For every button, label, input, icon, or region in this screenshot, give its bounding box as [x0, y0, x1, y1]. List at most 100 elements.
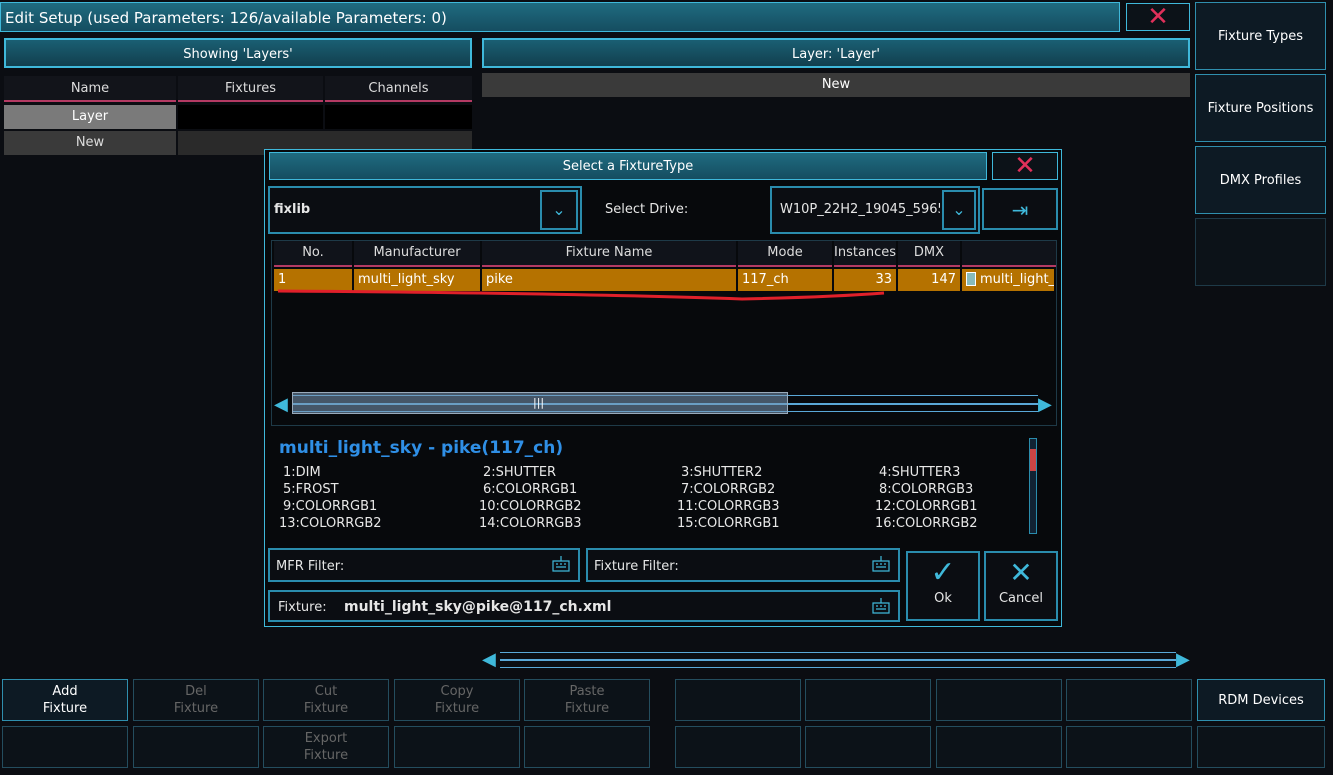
empty-slot: [675, 726, 801, 768]
export-icon[interactable]: ⇥: [982, 188, 1058, 230]
cut-fixture-button[interactable]: Cut Fixture: [263, 679, 389, 721]
empty-slot: [936, 726, 1062, 768]
main-horizontal-scrollbar[interactable]: ◀ ▶: [482, 646, 1192, 674]
channel-item: 4:SHUTTER3: [879, 465, 961, 480]
layers-panel-header: Showing 'Layers': [4, 38, 472, 68]
check-icon: ✓: [930, 555, 956, 590]
fixture-filter-input[interactable]: Fixture Filter:: [586, 548, 900, 582]
keyboard-icon[interactable]: [872, 556, 890, 572]
close-window-button[interactable]: ✕: [1126, 3, 1190, 31]
empty-slot: [524, 726, 650, 768]
scroll-thumb[interactable]: |||: [292, 392, 788, 414]
dialog-close-button[interactable]: ✕: [992, 152, 1058, 180]
new-layer-button[interactable]: New: [4, 131, 176, 155]
arrow-right-icon[interactable]: ▶: [1038, 394, 1052, 415]
empty-slot: [1066, 679, 1192, 721]
scroll-track-line: [500, 659, 1176, 661]
col-fixture-name[interactable]: Fixture Name: [482, 241, 736, 267]
row-file: multi_light_: [962, 269, 1056, 291]
column-channels[interactable]: Channels: [325, 76, 472, 102]
empty-slot: [805, 679, 931, 721]
close-icon: ✕: [1009, 556, 1033, 589]
ok-button[interactable]: ✓ Ok: [906, 551, 980, 621]
channel-item: 10:COLORRGB2: [479, 499, 582, 514]
red-underline-annotation: [277, 289, 885, 301]
copy-fixture-button[interactable]: Copy Fixture: [394, 679, 520, 721]
channel-item: 5:FROST: [283, 482, 339, 497]
drive-selector[interactable]: W10P_22H2_19045_5965_ ⌄: [770, 186, 980, 234]
channel-item: 13:COLORRGB2: [279, 516, 382, 531]
file-icon: [966, 272, 976, 286]
fixture-table: No. Manufacturer Fixture Name Mode Insta…: [271, 240, 1057, 426]
empty-slot: [1066, 726, 1192, 768]
channel-item: 9:COLORRGB1: [283, 499, 378, 514]
fixture-types-button[interactable]: Fixture Types: [1195, 2, 1326, 70]
channel-item: 3:SHUTTER2: [681, 465, 763, 480]
col-manufacturer[interactable]: Manufacturer: [354, 241, 480, 267]
arrow-right-icon[interactable]: ▶: [1176, 649, 1190, 670]
col-file[interactable]: [962, 241, 1056, 267]
new-fixture-row-button[interactable]: New: [482, 73, 1190, 97]
scroll-track-line-bottom: [500, 667, 1176, 668]
layer-row-channels[interactable]: [325, 105, 472, 129]
paste-fixture-button[interactable]: Paste Fixture: [524, 679, 650, 721]
empty-slot: [394, 726, 520, 768]
empty-slot: [1197, 726, 1325, 768]
col-mode[interactable]: Mode: [738, 241, 832, 267]
layer-row-name[interactable]: Layer: [4, 105, 176, 129]
empty-slot: [936, 679, 1062, 721]
grip-icon: |||: [533, 396, 545, 409]
col-dmx-foot[interactable]: DMX Foot: [898, 241, 960, 284]
drive-label: Select Drive:: [605, 202, 689, 217]
fixture-file-input[interactable]: Fixture: multi_light_sky@pike@117_ch.xml: [268, 590, 900, 622]
channel-item: 14:COLORRGB3: [479, 516, 582, 531]
arrow-left-icon[interactable]: ◀: [274, 394, 288, 415]
arrow-left-icon[interactable]: ◀: [482, 649, 496, 670]
channel-item: 11:COLORRGB3: [677, 499, 780, 514]
cancel-button[interactable]: ✕ Cancel: [984, 551, 1058, 621]
add-fixture-button[interactable]: Add Fixture: [2, 679, 128, 721]
layer-panel-header: Layer: 'Layer': [482, 38, 1190, 68]
export-fixture-button[interactable]: Export Fixture: [263, 726, 389, 768]
chevron-down-icon[interactable]: ⌄: [942, 190, 976, 230]
cancel-label: Cancel: [998, 591, 1044, 606]
scroll-track-line-top: [500, 652, 1176, 653]
mfr-filter-label: MFR Filter:: [276, 559, 345, 574]
detail-vertical-scrollbar[interactable]: [1029, 438, 1037, 534]
mfr-filter-input[interactable]: MFR Filter:: [268, 548, 580, 582]
channel-item: 8:COLORRGB3: [879, 482, 974, 497]
col-instances[interactable]: Instances: [834, 241, 896, 267]
rdm-devices-button[interactable]: RDM Devices: [1197, 679, 1325, 721]
empty-slot: [133, 726, 259, 768]
channel-item: 16:COLORRGB2: [875, 516, 978, 531]
table-horizontal-scrollbar[interactable]: ◀ ||| ▶: [274, 389, 1054, 419]
select-fixturetype-dialog: Select a FixtureType ✕ fixlib ⌄ Select D…: [264, 149, 1062, 627]
fixture-filter-label: Fixture Filter:: [594, 559, 679, 574]
empty-side-slot: [1195, 218, 1326, 286]
column-name[interactable]: Name: [4, 76, 176, 102]
keyboard-icon[interactable]: [872, 598, 890, 614]
fixture-positions-button[interactable]: Fixture Positions: [1195, 74, 1326, 142]
layer-row-fixtures[interactable]: [178, 105, 323, 129]
keyboard-icon[interactable]: [552, 556, 570, 572]
fixture-value: multi_light_sky@pike@117_ch.xml: [344, 599, 612, 615]
del-fixture-button[interactable]: Del Fixture: [133, 679, 259, 721]
close-icon: ✕: [1147, 2, 1169, 32]
fixture-detail-title: multi_light_sky - pike(117_ch): [279, 438, 564, 458]
dmx-profiles-button[interactable]: DMX Profiles: [1195, 146, 1326, 214]
empty-slot: [805, 726, 931, 768]
empty-slot: [2, 726, 128, 768]
close-icon: ✕: [1014, 151, 1036, 181]
dialog-title: Select a FixtureType: [269, 152, 987, 180]
source-value: fixlib: [274, 202, 311, 217]
channel-item: 6:COLORRGB1: [483, 482, 578, 497]
col-no[interactable]: No.: [274, 241, 352, 267]
drive-value: W10P_22H2_19045_5965_: [780, 202, 940, 217]
channel-item: 1:DIM: [283, 465, 321, 480]
chevron-down-icon[interactable]: ⌄: [540, 190, 578, 230]
window-title: Edit Setup (used Parameters: 126/availab…: [0, 2, 1120, 32]
column-fixtures[interactable]: Fixtures: [178, 76, 323, 102]
source-selector[interactable]: fixlib ⌄: [268, 186, 582, 234]
scroll-thumb[interactable]: [1030, 449, 1036, 471]
channel-item: 15:COLORRGB1: [677, 516, 780, 531]
